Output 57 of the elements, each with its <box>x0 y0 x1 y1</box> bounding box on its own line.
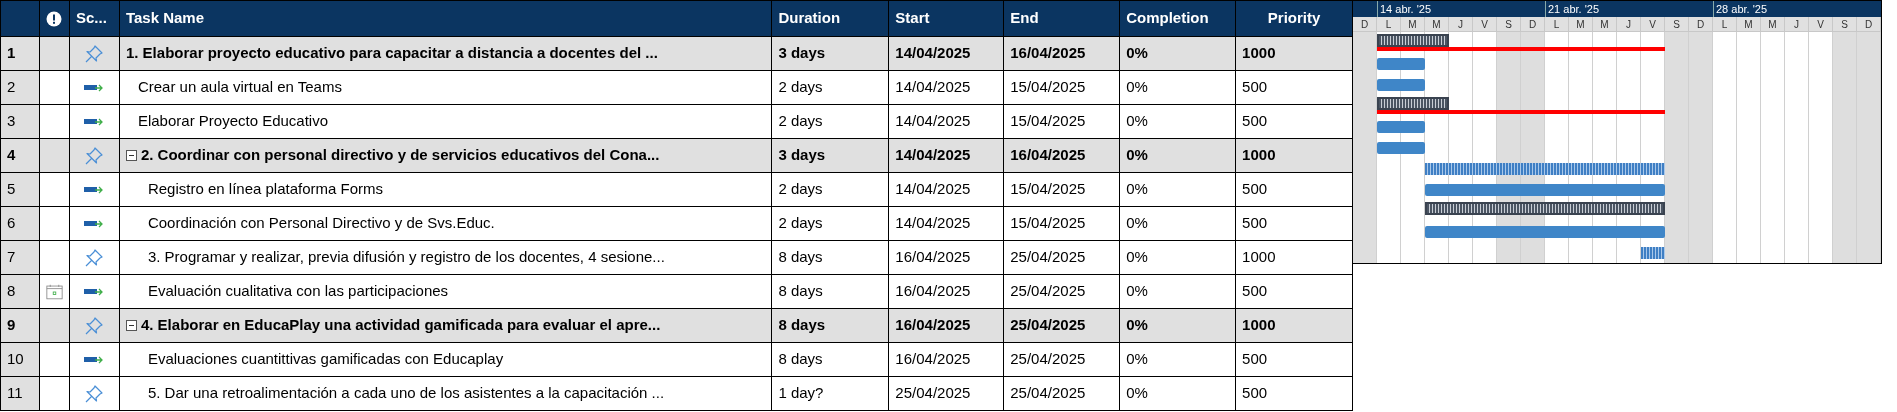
task-row[interactable]: 9 4. Elaborar en EducaPlay una actividad gamificada para evaluar el apre... 8 days 16/04/2025 25/04/2025 0% 1000 <box>1 309 1353 343</box>
task-name: 4. Elaborar en EducaPlay una actividad gamificada para evaluar el apre... <box>140 315 661 336</box>
column-header[interactable]: Priority <box>1236 1 1354 36</box>
column-header[interactable]: End <box>1004 1 1121 36</box>
row-number: 4 <box>1 139 40 173</box>
task-row[interactable]: 4 2. Coordinar con personal directivo y de servicios educativos del Cona... 3 days 14/04/2025 16/04/2025 0% 1000 <box>1 139 1353 173</box>
row-number: 6 <box>1 207 40 241</box>
column-header[interactable]: Completion <box>1120 1 1237 36</box>
summary-bar[interactable] <box>1425 202 1665 215</box>
task-name: Registro en línea plataforma Forms <box>147 179 384 200</box>
task-name: Evaluaciones cuantittivas gamificadas con Educaplay <box>147 349 504 370</box>
task-row[interactable]: 7 3. Programar y realizar, previa difusión y registro de los docentes, 4 sesione... 8 days 16/04/2025 25/04/2025 0% 1000 <box>1 241 1353 275</box>
pin-icon <box>84 383 105 404</box>
column-header[interactable]: Sc... <box>69 1 120 36</box>
completion-cell: 0% <box>1120 377 1237 411</box>
row-number: 10 <box>1 343 40 377</box>
row-number: 9 <box>1 309 40 343</box>
pin-icon <box>84 315 105 336</box>
alert-icon <box>46 10 63 27</box>
task-row[interactable]: 3 Elaborar Proyecto Educativo 2 days 14/04/2025 15/04/2025 0% 500 <box>1 105 1353 139</box>
row-number: 7 <box>1 241 40 275</box>
task-row[interactable]: 5 Registro en línea plataforma Forms 2 days 14/04/2025 15/04/2025 0% 500 <box>1 173 1353 207</box>
task-name: 5. Dar una retroalimentación a cada uno de los asistentes a la capacitación ... <box>147 383 665 404</box>
row-number: 2 <box>1 71 40 105</box>
task-name: Evaluación cualitativa con las participaciones <box>147 281 449 302</box>
summary-bar[interactable] <box>1377 97 1449 110</box>
column-header[interactable]: Duration <box>772 1 890 36</box>
calendar-icon <box>46 282 63 301</box>
pin-icon <box>84 247 105 268</box>
summary-bar[interactable] <box>1377 34 1449 47</box>
end-cell: 25/04/2025 <box>1004 377 1121 411</box>
task-row[interactable]: 6 Coordinación con Personal Directivo y de Svs.Educ. 2 days 14/04/2025 15/04/2025 0% 500 <box>1 207 1353 241</box>
duration-cell: 1 day? <box>772 377 890 411</box>
pin-icon <box>84 43 105 64</box>
row-number: 8 <box>1 275 40 309</box>
priority-cell: 500 <box>1236 377 1354 411</box>
row-number: 1 <box>1 37 40 71</box>
task-name: 2. Coordinar con personal directivo y de servicios educativos del Cona... <box>140 145 660 166</box>
task-row[interactable]: 8 Evaluación cualitativa con las participaciones 8 days 16/04/2025 25/04/2025 0% 500 <box>1 275 1353 309</box>
task-name: Elaborar Proyecto Educativo <box>137 111 329 132</box>
row-number: 5 <box>1 173 40 207</box>
column-header[interactable]: Start <box>889 1 1005 36</box>
collapse-toggle[interactable] <box>125 150 137 161</box>
task-name: Coordinación con Personal Directivo y de Svs.Educ. <box>147 213 495 234</box>
task-name: 3. Programar y realizar, previa difusión y registro de los docentes, 4 sesione... <box>147 247 665 268</box>
row-number: 3 <box>1 105 40 139</box>
start-cell: 25/04/2025 <box>889 377 1005 411</box>
task-row[interactable]: 10 Evaluaciones cuantittivas gamificadas con Educaplay 8 days 16/04/2025 25/04/2025 0% 500 <box>1 343 1353 377</box>
task-row[interactable]: 1 1. Elaborar proyecto educativo para capacitar a distancia a docentes del ... 3 days 14/04/2025 16/04/2025 0% 1000 <box>1 37 1353 71</box>
task-name: Crear un aula virtual en Teams <box>137 77 342 98</box>
task-name: 1. Elaborar proyecto educativo para capacitar a distancia a docentes del ... <box>125 43 658 64</box>
task-row[interactable]: 11 5. Dar una retroalimentación a cada uno de los asistentes a la capacitación ... 1 day? 25/04/2025 25/04/2025 0% 500 <box>1 377 1353 411</box>
collapse-toggle[interactable] <box>125 320 137 331</box>
column-header[interactable]: Task Name <box>119 1 773 36</box>
pin-icon <box>84 145 105 166</box>
row-number: 11 <box>1 377 40 411</box>
task-row[interactable]: 2 Crear un aula virtual en Teams 2 days 14/04/2025 15/04/2025 0% 500 <box>1 71 1353 105</box>
